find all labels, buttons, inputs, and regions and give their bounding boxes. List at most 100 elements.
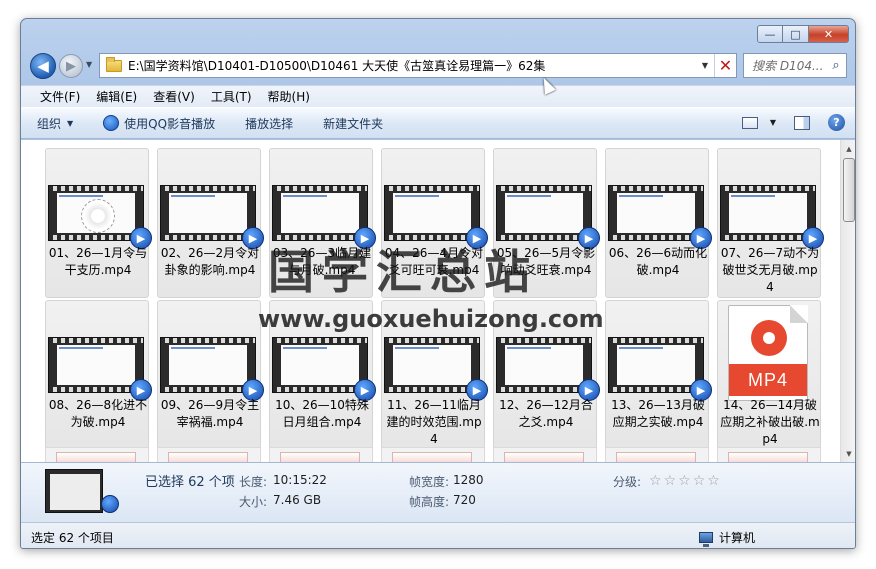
file-name: 06、26—6动而化破.mp4	[608, 246, 708, 277]
frame-width-label: 帧宽度:	[409, 475, 450, 489]
status-bar: 选定 62 个项目 计算机	[21, 522, 855, 548]
menu-view[interactable]: 查看(V)	[145, 88, 203, 105]
file-tile[interactable]: ▶ 11、26—11临月建的时效范围.mp4	[381, 300, 488, 450]
maximize-button[interactable]: □	[783, 25, 809, 43]
file-tile-partial[interactable]	[717, 447, 821, 462]
file-tile[interactable]: ▶ 09、26—9月令主宰祸福.mp4	[157, 300, 264, 450]
menu-file[interactable]: 文件(F)	[32, 88, 88, 105]
file-tile[interactable]: ▶ 03、26—3临月建与月破.mp4	[269, 148, 376, 298]
size-value: 7.46 GB	[273, 493, 322, 507]
file-name: 13、26—13月破应期之实破.mp4	[611, 398, 705, 429]
mp4-file-icon	[728, 452, 808, 462]
rating-stars: ☆ ☆ ☆ ☆ ☆	[649, 473, 722, 489]
thumbnail-title-line	[283, 195, 327, 197]
file-name: 01、26—1月令与干支历.mp4	[48, 246, 148, 277]
mp4-file-icon: MP4	[728, 305, 808, 401]
help-icon[interactable]: ?	[828, 114, 845, 131]
mp4-file-icon	[392, 452, 472, 462]
file-tile[interactable]: ▶ 08、26—8化进不为破.mp4	[45, 300, 152, 450]
file-tile-partial[interactable]	[157, 447, 261, 462]
rating-star-icon[interactable]: ☆	[678, 473, 691, 489]
file-name: 02、26—2月令对卦象的影响.mp4	[160, 246, 260, 277]
organize-label: 组织	[37, 116, 62, 131]
size-label: 大小:	[239, 495, 268, 509]
back-button[interactable]: ◀	[30, 53, 56, 79]
search-input[interactable]: 搜索 D104...	[744, 57, 826, 74]
stop-icon[interactable]: ✕	[714, 54, 736, 77]
video-thumbnail	[720, 185, 816, 241]
vertical-scrollbar[interactable]: ▲ ▼	[840, 140, 855, 462]
mp4-file-icon	[504, 452, 584, 462]
view-options-chevron-icon[interactable]: ▼	[770, 118, 776, 127]
preview-pane-icon[interactable]	[794, 115, 810, 130]
mp4-file-icon	[56, 452, 136, 462]
menu-help[interactable]: 帮助(H)	[260, 88, 318, 105]
search-box[interactable]: 搜索 D104... ⌕	[743, 53, 847, 78]
mp4-file-icon	[280, 452, 360, 462]
thumbnail-frame	[393, 345, 471, 385]
file-tile[interactable]: ▶ 05、26—5月令影响动爻旺衰.mp4	[493, 148, 600, 298]
thumbnail-title-line	[59, 195, 103, 197]
length-value: 10:15:22	[273, 473, 327, 487]
scroll-down-icon[interactable]: ▼	[841, 445, 855, 462]
address-bar[interactable]: E:\国学资料馆\D10401-D10500\D10461 大天使《古筮真诠易理…	[99, 53, 737, 78]
rating-star-icon[interactable]: ☆	[707, 473, 720, 489]
thumbnail-title-line	[59, 347, 103, 349]
command-bar: 组织 ▼ 使用QQ影音播放 播放选择 新建文件夹 ▼ ?	[21, 107, 855, 139]
ganzhi-dial-diagram	[81, 199, 115, 233]
file-tile[interactable]: ▶ 10、26—10特殊日月组合.mp4	[269, 300, 376, 450]
file-tile[interactable]: ▶ 12、26—12月合之爻.mp4	[493, 300, 600, 450]
organize-button[interactable]: 组织 ▼	[37, 115, 73, 132]
mp4-type-label: MP4	[729, 364, 807, 396]
thumbnail-frame	[281, 345, 359, 385]
file-tile-partial[interactable]	[381, 447, 485, 462]
minimize-button[interactable]: —	[757, 25, 783, 43]
thumbnail-title-line	[619, 195, 663, 197]
forward-button[interactable]: ▶	[59, 54, 83, 78]
file-tile[interactable]: ▶ 06、26—6动而化破.mp4	[605, 148, 712, 298]
address-dropdown-icon[interactable]: ▼	[696, 61, 714, 70]
file-tile[interactable]: ▶ 02、26—2月令对卦象的影响.mp4	[157, 148, 264, 298]
thumbnail-title-line	[395, 347, 439, 349]
view-controls: ▼ ?	[741, 114, 845, 131]
thumbnail-frame	[505, 345, 583, 385]
address-path[interactable]: E:\国学资料馆\D10401-D10500\D10461 大天使《古筮真诠易理…	[128, 57, 696, 74]
file-tile-partial[interactable]	[493, 447, 597, 462]
file-list: ▶ 01、26—1月令与干支历.mp4 ▶ 02、26—2月令对卦象的影响.mp4 ▶ 0…	[21, 140, 855, 462]
rating-star-icon[interactable]: ☆	[649, 473, 662, 489]
thumbnail-title-line	[283, 347, 327, 349]
close-button[interactable]: ✕	[809, 25, 849, 43]
file-tile[interactable]: ▶ 04、26—4月令对爻可旺可衰.mp4	[381, 148, 488, 298]
thumbnail-frame	[169, 345, 247, 385]
video-thumbnail	[160, 337, 256, 393]
video-thumbnail	[384, 337, 480, 393]
file-tile-partial[interactable]	[45, 447, 149, 462]
play-with-qq-button[interactable]: 使用QQ影音播放	[103, 115, 215, 132]
scrollbar-thumb[interactable]	[843, 158, 855, 222]
file-tile-partial[interactable]	[605, 447, 709, 462]
rating-star-icon[interactable]: ☆	[664, 473, 677, 489]
menu-edit[interactable]: 编辑(E)	[88, 88, 145, 105]
new-folder-button[interactable]: 新建文件夹	[323, 115, 383, 132]
file-tile[interactable]: ▶ 01、26—1月令与干支历.mp4	[45, 148, 152, 298]
search-icon[interactable]: ⌕	[826, 58, 846, 73]
file-name: 09、26—9月令主宰祸福.mp4	[160, 398, 260, 429]
menu-tools[interactable]: 工具(T)	[203, 88, 260, 105]
scroll-up-icon[interactable]: ▲	[841, 140, 855, 157]
video-thumbnail	[272, 185, 368, 241]
rating-star-icon[interactable]: ☆	[693, 473, 706, 489]
play-selection-button[interactable]: 播放选择	[245, 115, 293, 132]
recent-pages-dropdown[interactable]: ▼	[86, 60, 92, 69]
change-view-icon[interactable]	[741, 116, 758, 129]
file-tile-partial[interactable]	[269, 447, 373, 462]
thumbnail-title-line	[619, 347, 663, 349]
file-tile[interactable]: MP4 14、26—14月破应期之补破出破.mp4	[717, 300, 821, 450]
thumbnail-title-line	[507, 195, 551, 197]
play-with-qq-label: 使用QQ影音播放	[124, 116, 216, 131]
file-tile[interactable]: ▶ 07、26—7动不为破世爻无月破.mp4	[717, 148, 824, 298]
film-reel-hub	[763, 332, 775, 344]
status-selected-count: 选定 62 个项目	[31, 531, 114, 545]
thumbnail-frame	[57, 193, 135, 233]
file-name: 10、26—10特殊日月组合.mp4	[275, 398, 369, 429]
file-tile[interactable]: ▶ 13、26—13月破应期之实破.mp4	[605, 300, 712, 450]
